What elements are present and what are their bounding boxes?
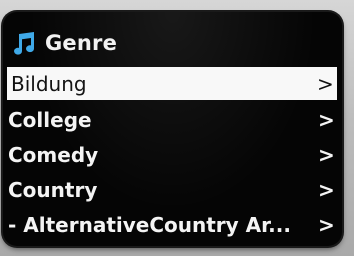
display-screen: Genre Bildung > College > Comedy > Count… — [3, 12, 342, 246]
list-item-label: Comedy — [8, 142, 99, 167]
list-item-comedy[interactable]: Comedy > — [3, 137, 342, 172]
list-item-label: Bildung — [11, 71, 87, 96]
list-item-college[interactable]: College > — [3, 102, 342, 137]
chevron-right-icon: > — [317, 71, 334, 96]
list-item-bildung[interactable]: Bildung > — [7, 67, 337, 100]
list-item-label: College — [8, 107, 92, 132]
menu-header: Genre — [11, 28, 117, 58]
chevron-right-icon: > — [318, 107, 335, 132]
page-title: Genre — [45, 31, 118, 55]
music-note-icon — [14, 32, 35, 55]
list-item-alternative-country[interactable]: - AlternativeCountry Ar... > — [3, 207, 342, 242]
chevron-right-icon: > — [318, 212, 335, 237]
radio-device-frame: Genre Bildung > College > Comedy > Count… — [0, 0, 354, 256]
list-item-country[interactable]: Country > — [3, 172, 342, 207]
list-item-label: - AlternativeCountry Ar... — [8, 212, 291, 237]
chevron-right-icon: > — [318, 142, 335, 167]
list-item-label: Country — [8, 177, 98, 202]
chevron-right-icon: > — [318, 177, 335, 202]
genre-list: Bildung > College > Comedy > Country > -… — [3, 67, 342, 242]
